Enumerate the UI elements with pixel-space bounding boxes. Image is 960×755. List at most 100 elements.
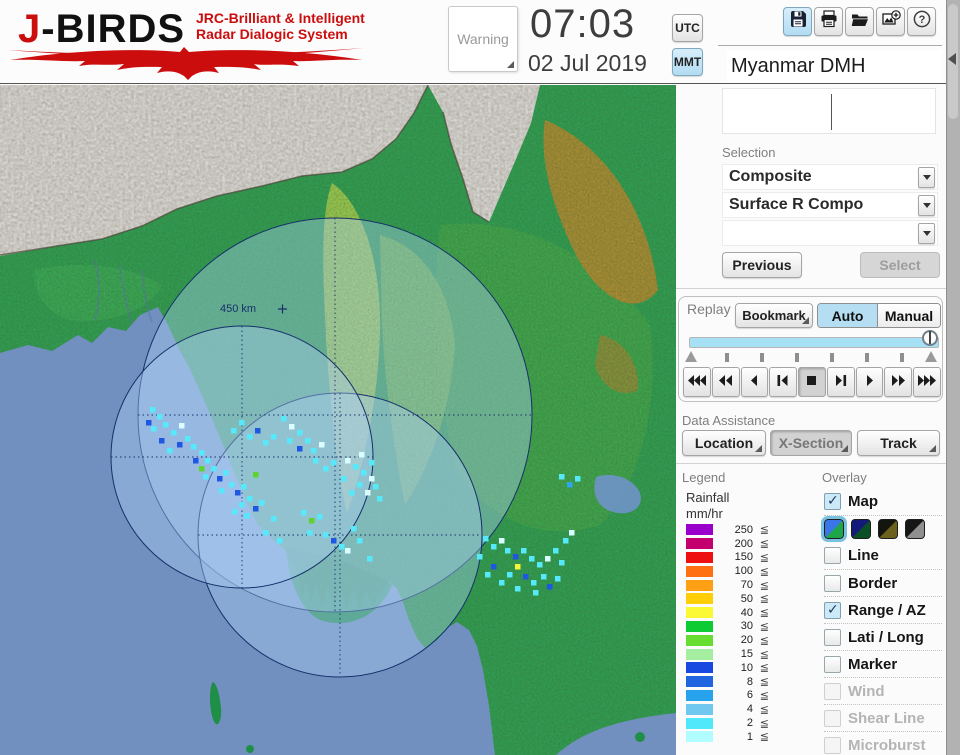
- selection-dropdown-1-button[interactable]: [918, 166, 935, 188]
- playback-stop-button[interactable]: [798, 367, 826, 397]
- radar-map[interactable]: 450 km: [0, 84, 676, 755]
- save-button[interactable]: [783, 7, 812, 36]
- legend-color-swatch: [686, 524, 713, 536]
- border-checkbox[interactable]: [824, 574, 841, 592]
- legend-operator: ≦: [759, 524, 769, 537]
- legend-operator: ≦: [759, 717, 769, 730]
- marker-label: Marker: [848, 655, 898, 673]
- selection-dropdown-2[interactable]: Surface R Compo: [722, 192, 938, 218]
- legend-color-swatch: [686, 648, 713, 660]
- wind-label: Wind: [848, 682, 885, 700]
- legend-value: 100: [734, 565, 753, 578]
- query-input[interactable]: [722, 88, 936, 134]
- selection-dropdown-2-button[interactable]: [918, 194, 935, 216]
- text-cursor: [831, 94, 832, 130]
- overlay-row-microburst: Microburst: [824, 731, 942, 755]
- eagle-icon: [8, 47, 364, 80]
- stop-icon: [803, 373, 821, 391]
- location-button[interactable]: Location: [682, 430, 766, 456]
- legend-value: 8: [746, 675, 753, 688]
- playback-forward-3x-button[interactable]: [913, 367, 942, 397]
- open-folder-icon: [850, 9, 870, 34]
- playback-play-button[interactable]: [855, 367, 884, 397]
- step-start-icon: [774, 373, 792, 391]
- map-style-swatches: [821, 515, 942, 542]
- overlay-label: Overlay: [822, 470, 867, 485]
- playback-forward-2x-button[interactable]: [884, 367, 913, 397]
- mmt-button[interactable]: MMT: [672, 48, 703, 76]
- range-az-label: Range / AZ: [848, 601, 926, 619]
- selection-label: Selection: [722, 145, 776, 160]
- playback-play-reverse-button[interactable]: [740, 367, 769, 397]
- legend-color-swatch: [686, 731, 713, 743]
- open-folder-button[interactable]: [845, 7, 874, 36]
- clock-date: 02 Jul 2019: [528, 50, 647, 76]
- help-button[interactable]: ?: [907, 7, 936, 36]
- overlay-row-map: Map: [824, 488, 942, 515]
- auto-button[interactable]: Auto: [818, 304, 879, 327]
- legend-item: 20 ≦: [686, 633, 786, 647]
- bookmark-button[interactable]: Bookmark: [735, 303, 813, 328]
- legend-operator: ≦: [759, 676, 769, 689]
- track-button[interactable]: Track: [857, 430, 940, 456]
- lati-long-checkbox[interactable]: [824, 628, 841, 646]
- overlay-row-shear-line: Shear Line: [824, 704, 942, 731]
- jbirds-window: J-BIRDS JRC-Brilliant & Intelligent Rada…: [0, 0, 960, 755]
- utc-button[interactable]: UTC: [672, 14, 703, 42]
- replay-mode-switch: Auto Manual: [817, 303, 941, 328]
- map-style-1[interactable]: [821, 516, 847, 542]
- legend-item: 6 ≦: [686, 689, 786, 703]
- legend-operator: ≦: [759, 648, 769, 661]
- control-panel: Selection Composite Surface R Compo Prev…: [676, 85, 946, 755]
- playback-rewind-3x-button[interactable]: [683, 367, 711, 397]
- legend-operator: ≦: [759, 703, 769, 716]
- marker-checkbox[interactable]: [824, 655, 841, 673]
- separator: [676, 463, 946, 464]
- legend-operator: ≦: [759, 579, 769, 592]
- map-viewport[interactable]: 450 km: [0, 84, 676, 755]
- selection-dropdown-1[interactable]: Composite: [722, 164, 938, 190]
- legend-color-swatch: [686, 662, 713, 674]
- panel-collapse-icon[interactable]: [948, 53, 956, 65]
- legend-item: 70 ≦: [686, 578, 786, 592]
- manual-button[interactable]: Manual: [878, 304, 940, 327]
- overlay-row-lati-long: Lati / Long: [824, 623, 942, 650]
- map-checkbox[interactable]: [824, 492, 841, 510]
- legend-color-swatch: [686, 689, 713, 701]
- print-button[interactable]: [814, 7, 843, 36]
- map-style-3[interactable]: [878, 519, 898, 539]
- add-image-button[interactable]: [876, 7, 905, 36]
- select-button[interactable]: Select: [860, 252, 940, 278]
- playback-rewind-2x-button[interactable]: [711, 367, 740, 397]
- legend-value: 2: [746, 717, 753, 730]
- station-separator: [718, 45, 942, 46]
- legend-operator: ≦: [759, 551, 769, 564]
- legend-item: 4 ≦: [686, 702, 786, 716]
- save-icon: [788, 9, 808, 34]
- map-style-2[interactable]: [851, 519, 871, 539]
- range-az-checkbox[interactable]: [824, 601, 841, 619]
- line-checkbox[interactable]: [824, 547, 841, 564]
- x-section-button[interactable]: X-Section: [770, 430, 852, 456]
- playback-step-start-button[interactable]: [769, 367, 798, 397]
- legend-item: 200 ≦: [686, 537, 786, 551]
- previous-button[interactable]: Previous: [722, 252, 802, 278]
- warning-button[interactable]: Warning: [448, 6, 518, 72]
- map-label: Map: [848, 493, 878, 510]
- add-image-icon: [881, 9, 901, 34]
- legend-operator: ≦: [759, 634, 769, 647]
- playback-step-end-button[interactable]: [826, 367, 855, 397]
- overlay-row-range-az: Range / AZ: [824, 596, 942, 623]
- replay-slider-handle[interactable]: [922, 330, 938, 346]
- svg-text:?: ?: [918, 14, 925, 26]
- overlay-row-wind: Wind: [824, 677, 942, 704]
- selection-dropdown-3[interactable]: [722, 220, 938, 246]
- legend-item: 1 ≦: [686, 730, 786, 744]
- selection-dropdown-3-button[interactable]: [918, 222, 935, 244]
- replay-slider-track[interactable]: [689, 337, 939, 348]
- map-style-4[interactable]: [905, 519, 925, 539]
- logo-tagline-line1: JRC-Brilliant & Intelligent: [196, 10, 365, 26]
- legend-operator: ≦: [759, 620, 769, 633]
- microburst-label: Microburst: [848, 736, 926, 754]
- overlay-row-line: Line: [824, 542, 942, 569]
